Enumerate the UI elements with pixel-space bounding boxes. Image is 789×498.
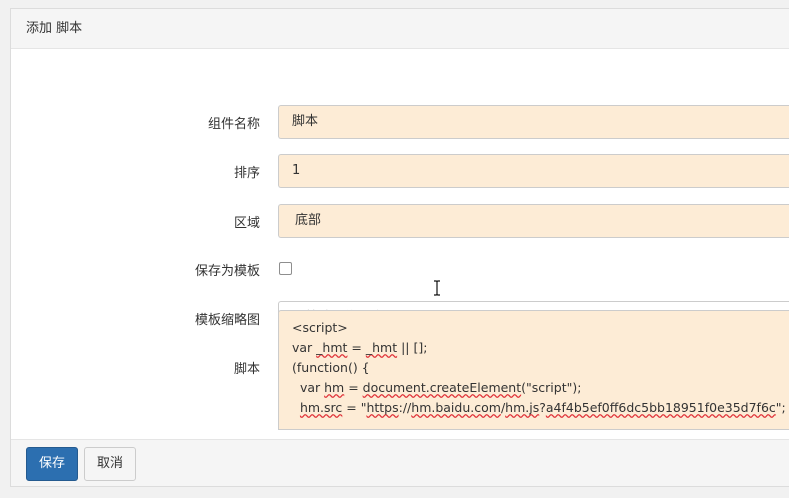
script-textarea[interactable]: <script> var _hmt = _hmt || []; (function(…: [278, 310, 789, 430]
text-cursor-icon: [434, 280, 440, 296]
component-name-label: 组件名称: [207, 117, 260, 132]
script-label: 脚本: [233, 362, 260, 377]
save-as-template-label: 保存为模板: [194, 264, 260, 279]
script-token: hm.baidu.com: [411, 400, 501, 415]
script-token: hm.js: [505, 400, 540, 415]
dialog-footer: 保存 取消: [11, 439, 789, 486]
save-button[interactable]: 保存: [26, 447, 79, 481]
region-select[interactable]: 底部: [278, 204, 789, 238]
script-token: document.createElement: [362, 380, 522, 395]
script-token: _hmt: [365, 340, 398, 355]
component-name-input[interactable]: 脚本: [278, 105, 789, 139]
script-token: _hmt: [316, 340, 348, 355]
script-line: var hm = document.createElement("script"…: [292, 380, 582, 395]
script-token: https: [366, 400, 399, 415]
script-line: var _hmt = _hmt || [];: [292, 340, 428, 355]
sort-input[interactable]: 1: [278, 154, 789, 188]
cancel-button[interactable]: 取消: [84, 447, 137, 481]
script-token: hm: [324, 380, 345, 395]
dialog-title: 添加 脚本: [11, 9, 789, 49]
add-script-dialog: 添加 脚本 组件名称 脚本 排序 1 区域 底部 保存为模板 模板缩略图 可粘贴…: [10, 8, 789, 487]
script-line: (function() {: [292, 360, 370, 375]
script-token: a4f4b5ef0ff6dc5bb18951f0e35d7f6c: [545, 400, 776, 415]
script-line: hm.src = "https://hm.baidu.com/hm.js?a4f…: [299, 400, 786, 415]
region-label: 区域: [233, 216, 260, 231]
sort-label: 排序: [233, 166, 260, 181]
script-token: hm.src: [299, 400, 343, 415]
save-as-template-checkbox[interactable]: [279, 262, 292, 275]
script-line: <script>: [292, 320, 348, 335]
template-thumbnail-label: 模板缩略图: [194, 313, 260, 328]
